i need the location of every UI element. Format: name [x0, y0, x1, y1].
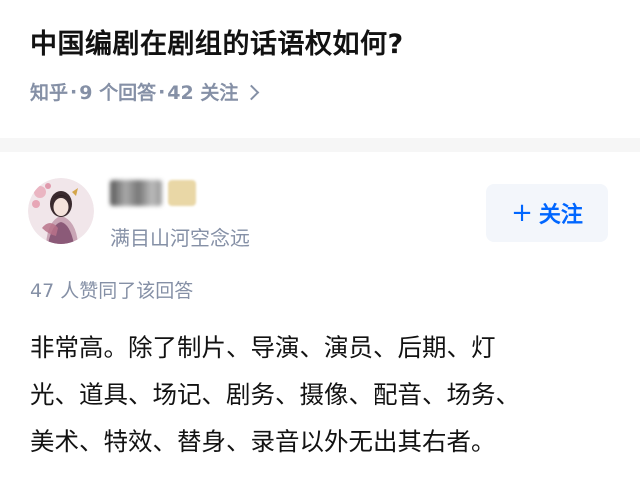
avatar-image — [28, 178, 94, 244]
avatar[interactable] — [28, 178, 94, 244]
answers-count: 9 个回答 — [79, 82, 157, 104]
answer-content-line: 光、道具、场记、剧务、摄像、配音、场务、 — [30, 380, 520, 409]
section-divider — [0, 138, 640, 152]
author-badge-icon — [168, 180, 196, 206]
plus-icon: + — [511, 198, 533, 228]
follow-label: 关注 — [538, 203, 583, 228]
answer-card: 满目山河空念远 + 关注 47 人赞同了该回答 非常高。除了制片、导演、演员、后… — [0, 152, 640, 490]
answer-content-line: 非常高。除了制片、导演、演员、后期、灯 — [30, 333, 496, 362]
author-name-redacted[interactable] — [110, 180, 162, 206]
answer-content-line: 美术、特效、替身、录音以外无出其右者。 — [30, 427, 496, 456]
source-label: 知乎 — [30, 82, 69, 104]
meta-separator: · — [70, 80, 78, 103]
author-bio: 满目山河空念远 — [110, 226, 250, 250]
follow-button[interactable]: + 关注 — [486, 184, 608, 242]
chevron-right-icon — [244, 84, 260, 100]
meta-separator: · — [158, 80, 166, 103]
followers-count: 42 关注 — [167, 82, 239, 104]
question-header: 中国编剧在剧组的话语权如何? 知乎 · 9 个回答 · 42 关注 — [0, 0, 640, 138]
answer-content[interactable]: 非常高。除了制片、导演、演员、后期、灯 光、道具、场记、剧务、摄像、配音、场务、… — [30, 324, 615, 465]
vote-info: 47 人赞同了该回答 — [30, 280, 194, 302]
question-meta[interactable]: 知乎 · 9 个回答 · 42 关注 — [30, 78, 260, 105]
question-title[interactable]: 中国编剧在剧组的话语权如何? — [30, 22, 404, 61]
